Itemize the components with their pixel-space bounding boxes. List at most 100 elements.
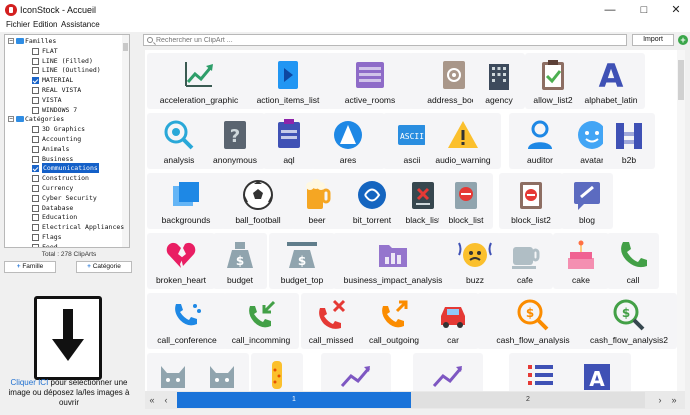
icon-tile[interactable]: auditor (509, 113, 571, 169)
icon-tile[interactable]: ball_football (221, 173, 295, 229)
drop-zone[interactable] (34, 296, 102, 380)
family-item-1[interactable]: LINE (Filled) (5, 56, 123, 66)
family-item-2[interactable]: LINE (Outlined) (5, 65, 123, 75)
category-item-9[interactable]: Education (5, 212, 123, 222)
icon-tile[interactable]: $ budget (213, 233, 267, 289)
add-category-button[interactable]: + Catégorie (76, 261, 132, 273)
add-icon[interactable]: + (678, 35, 688, 45)
checkbox[interactable] (32, 224, 39, 232)
menu-help[interactable]: Assistance (61, 20, 100, 30)
search-input[interactable] (156, 35, 621, 45)
icon-tile[interactable]: aql (263, 113, 315, 169)
icon-tile[interactable]: acceleration_graphic (147, 53, 251, 109)
collapse-toggle[interactable]: − (8, 38, 14, 44)
menu-file[interactable]: Fichier (6, 20, 30, 30)
icon-tile[interactable]: A (563, 353, 631, 392)
icon-tile[interactable]: cake (553, 233, 609, 289)
category-item-12[interactable]: Food (5, 242, 123, 247)
icon-tile[interactable]: block_list2 (499, 173, 563, 229)
icon-tile[interactable]: audio_warning (425, 113, 501, 169)
page-2-button[interactable]: 2 (411, 392, 645, 408)
icon-tile[interactable]: call_incomming (223, 293, 299, 349)
checkbox[interactable] (32, 185, 39, 192)
icon-tile[interactable]: backgrounds (147, 173, 225, 229)
icon-tile[interactable]: cafe (497, 233, 553, 289)
icon-tile[interactable]: broken_heart (147, 233, 215, 289)
icon-tile[interactable] (509, 353, 571, 392)
checkbox[interactable] (32, 126, 39, 134)
checkbox[interactable] (32, 234, 39, 241)
checkbox[interactable] (32, 214, 39, 222)
icon-tile[interactable]: call_conference (147, 293, 227, 349)
icon-tile[interactable] (413, 353, 483, 392)
icon-tile[interactable]: blog (561, 173, 613, 229)
family-item-4[interactable]: REAL VISTA (5, 85, 123, 95)
icon-tile[interactable] (321, 353, 391, 392)
checkbox[interactable] (32, 96, 39, 104)
select-image-link[interactable]: Cliquer ICI (11, 378, 49, 387)
checkbox[interactable] (32, 155, 39, 163)
import-button[interactable]: Import (632, 34, 674, 46)
icon-tile[interactable]: buzz (449, 233, 501, 289)
icon-tile[interactable]: b2b (603, 113, 655, 169)
checkbox[interactable] (32, 194, 39, 202)
category-item-5[interactable]: Construction (5, 173, 123, 183)
checkbox[interactable] (32, 175, 39, 183)
tree-group-categories[interactable]: − Catégories (5, 114, 123, 124)
checkbox[interactable] (32, 47, 39, 55)
checkbox[interactable] (32, 204, 39, 212)
icon-tile[interactable]: agency (473, 53, 525, 109)
icon-tile[interactable]: car (427, 293, 479, 349)
family-item-0[interactable]: FLAT (5, 46, 123, 56)
collapse-toggle[interactable]: − (8, 116, 14, 123)
checkbox[interactable] (32, 57, 39, 65)
icon-tile[interactable]: $ cash_flow_analysis2 (581, 293, 677, 349)
page-1-button[interactable]: 1 (177, 392, 411, 408)
tree-group-families[interactable]: − Familles (5, 36, 123, 46)
checkbox[interactable] (32, 136, 39, 143)
icon-tile[interactable]: ? anonymous (205, 113, 265, 169)
checkbox[interactable] (32, 77, 39, 85)
category-item-11[interactable]: Flags (5, 232, 123, 242)
icon-tile[interactable] (147, 353, 199, 392)
maximize-button[interactable]: □ (628, 0, 660, 20)
prev-page-button[interactable]: ‹ (161, 394, 171, 406)
search-box[interactable] (143, 34, 627, 46)
close-button[interactable]: ✕ (660, 0, 690, 20)
icon-tile[interactable]: business_impact_analysis (333, 233, 453, 289)
icon-tile[interactable] (195, 353, 249, 392)
icon-tile[interactable]: action_items_list (245, 53, 331, 109)
last-page-button[interactable]: » (669, 394, 679, 406)
add-family-button[interactable]: + Famille (4, 261, 56, 273)
first-page-button[interactable]: « (147, 394, 157, 406)
category-item-2[interactable]: Animals (5, 144, 123, 154)
checkbox[interactable] (32, 106, 39, 114)
icon-tile[interactable]: $ cash_flow_analysis (477, 293, 589, 349)
checkbox[interactable] (32, 67, 39, 75)
icon-tile[interactable]: Aalphabet_latin (577, 53, 645, 109)
checkbox[interactable] (32, 87, 39, 94)
category-item-7[interactable]: Cyber Security (5, 193, 123, 203)
icon-tile[interactable] (251, 353, 303, 392)
category-item-1[interactable]: Accounting (5, 134, 123, 144)
minimize-button[interactable]: — (594, 0, 626, 20)
tree-scrollbar[interactable] (122, 35, 129, 247)
icon-tile[interactable]: analysis (147, 113, 211, 169)
category-item-6[interactable]: Currency (5, 183, 123, 193)
category-item-4[interactable]: Communications (5, 163, 123, 174)
checkbox[interactable] (32, 165, 39, 173)
category-item-8[interactable]: Database (5, 203, 123, 213)
icon-tile[interactable]: active_rooms (327, 53, 413, 109)
checkbox[interactable] (32, 145, 39, 153)
icon-tile[interactable]: call (607, 233, 659, 289)
menu-edit[interactable]: Edition (33, 20, 57, 30)
icon-tile[interactable]: call_outgoing (357, 293, 431, 349)
family-item-6[interactable]: WINDOWS 7 (5, 105, 123, 115)
category-item-3[interactable]: Business (5, 154, 123, 164)
icon-tile[interactable]: call_missed (301, 293, 361, 349)
family-item-3[interactable]: MATERIAL (5, 75, 123, 85)
family-item-5[interactable]: VISTA (5, 95, 123, 105)
icon-tile[interactable]: ares (311, 113, 385, 169)
icon-tile[interactable]: allow_list2 (525, 53, 581, 109)
icon-tile[interactable]: $ budget_top (269, 233, 335, 289)
